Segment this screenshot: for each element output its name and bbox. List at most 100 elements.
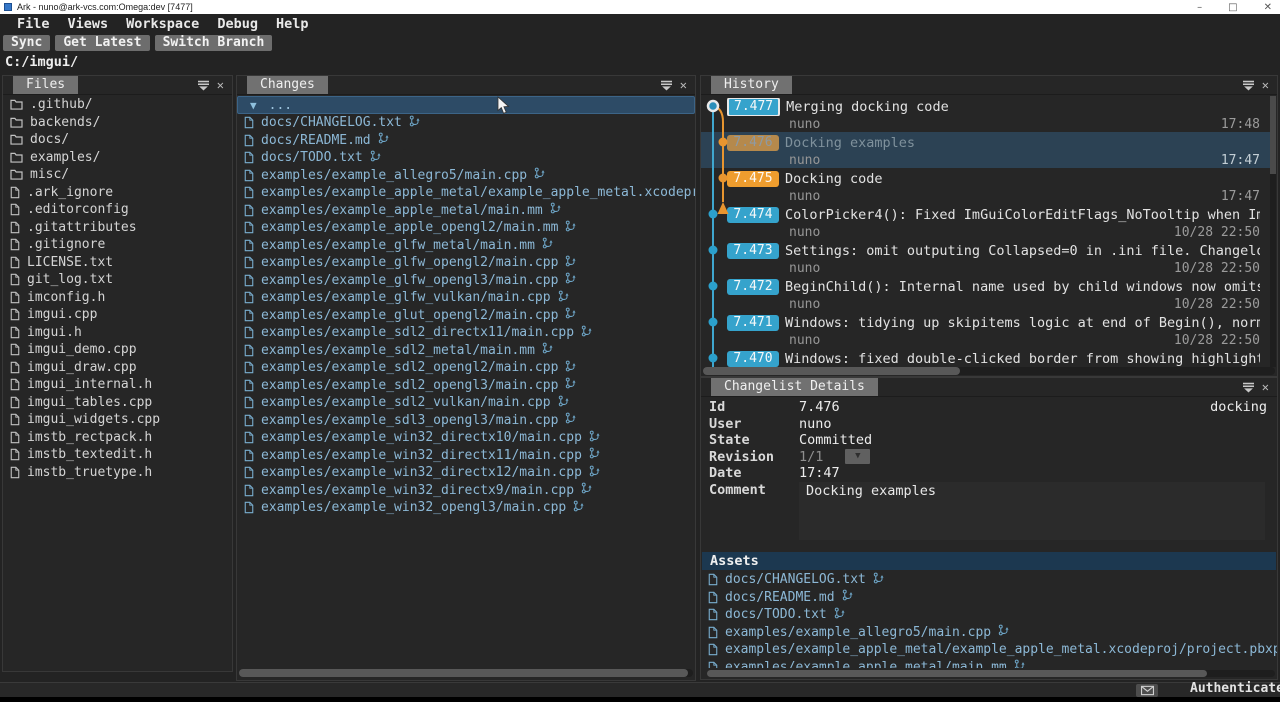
fork-icon <box>565 377 577 393</box>
file-tree-item[interactable]: .ark_ignore <box>3 184 232 202</box>
commit-row[interactable]: 7.471Windows: tidying up skipitems logic… <box>701 312 1270 348</box>
changed-file-row[interactable]: examples/example_glfw_metal/main.mm <box>237 237 695 255</box>
file-tree-item[interactable]: imgui_draw.cpp <box>3 359 232 377</box>
changed-file-row[interactable]: examples/example_sdl2_opengl2/main.cpp <box>237 359 695 377</box>
changed-file-row[interactable]: examples/example_sdl2_metal/main.mm <box>237 342 695 360</box>
changed-file-row[interactable]: examples/example_win32_directx9/main.cpp <box>237 482 695 500</box>
filter-icon[interactable] <box>1242 382 1255 393</box>
filter-icon[interactable] <box>1242 80 1255 91</box>
file-tree-item[interactable]: imconfig.h <box>3 289 232 307</box>
commit-author: nuno <box>789 297 820 312</box>
changed-file-row[interactable]: examples/example_apple_metal/main.mm <box>237 202 695 220</box>
commit-row[interactable]: 7.470Windows: fixed double-clicked borde… <box>701 348 1270 367</box>
changed-file-row[interactable]: docs/CHANGELOG.txt <box>701 571 1277 589</box>
menu-item-help[interactable]: Help <box>267 16 318 32</box>
sync-button[interactable]: Sync <box>3 35 50 51</box>
changed-file-path: examples/example_allegro5/main.cpp <box>261 168 527 183</box>
file-tree-item[interactable]: misc/ <box>3 166 232 184</box>
file-tree-item[interactable]: backends/ <box>3 114 232 132</box>
changed-file-row[interactable]: docs/README.md <box>701 589 1277 607</box>
commit-row[interactable]: 7.472BeginChild(): Internal name used by… <box>701 276 1270 312</box>
switch-branch-button[interactable]: Switch Branch <box>155 35 273 51</box>
changes-root-row[interactable]: ▼... <box>237 96 695 114</box>
file-tree-item[interactable]: .gitignore <box>3 236 232 254</box>
commit-row[interactable]: 7.477Merging docking codenuno17:48 <box>701 96 1270 132</box>
changed-file-row[interactable]: examples/example_allegro5/main.cpp <box>701 624 1277 642</box>
changes-hscrollbar[interactable] <box>239 669 693 677</box>
file-tree-item[interactable]: docs/ <box>3 131 232 149</box>
file-tree-item[interactable]: imgui_tables.cpp <box>3 394 232 412</box>
changed-file-row[interactable]: examples/example_glfw_opengl2/main.cpp <box>237 254 695 272</box>
close-panel-icon[interactable]: ✕ <box>1262 381 1269 393</box>
changed-file-row[interactable]: docs/TODO.txt <box>701 606 1277 624</box>
commit-row[interactable]: 7.476Docking examplesnuno17:47 <box>701 132 1270 168</box>
changed-file-row[interactable]: docs/README.md <box>237 132 695 150</box>
changed-file-row[interactable]: examples/example_sdl3_opengl3/main.cpp <box>237 412 695 430</box>
changed-file-row[interactable]: examples/example_glfw_vulkan/main.cpp <box>237 289 695 307</box>
chevron-down-icon[interactable]: ▼ <box>250 99 257 112</box>
changed-file-row[interactable]: examples/example_win32_opengl3/main.cpp <box>237 499 695 517</box>
mail-icon[interactable] <box>1136 684 1158 697</box>
maximize-button[interactable]: □ <box>1228 2 1237 13</box>
commit-row[interactable]: 7.473Settings: omit outputing Collapsed=… <box>701 240 1270 276</box>
file-tree-item[interactable]: imgui.h <box>3 324 232 342</box>
changed-file-row[interactable]: examples/example_apple_metal/example_app… <box>237 184 695 202</box>
changed-file-row[interactable]: examples/example_sdl2_vulkan/main.cpp <box>237 394 695 412</box>
file-tree-item[interactable]: imgui_widgets.cpp <box>3 411 232 429</box>
close-panel-icon[interactable]: ✕ <box>1262 79 1269 91</box>
file-tree-item[interactable]: imstb_truetype.h <box>3 464 232 482</box>
changed-file-row[interactable]: examples/example_win32_directx12/main.cp… <box>237 464 695 482</box>
file-tree-item[interactable]: git_log.txt <box>3 271 232 289</box>
changed-file-row[interactable]: examples/example_win32_directx11/main.cp… <box>237 447 695 465</box>
file-tree-item[interactable]: .github/ <box>3 96 232 114</box>
tab-files[interactable]: Files <box>13 76 78 94</box>
changed-file-row[interactable]: examples/example_sdl2_opengl3/main.cpp <box>237 377 695 395</box>
tab-changes[interactable]: Changes <box>247 76 328 94</box>
filter-icon[interactable] <box>197 80 210 91</box>
get-latest-button[interactable]: Get Latest <box>55 35 149 51</box>
menu-item-workspace[interactable]: Workspace <box>117 16 208 32</box>
history-hscrollbar[interactable] <box>703 367 1275 375</box>
history-vscrollbar[interactable] <box>1270 96 1276 367</box>
changed-file-row[interactable]: examples/example_apple_metal/example_app… <box>701 641 1277 659</box>
close-panel-icon[interactable]: ✕ <box>680 79 687 91</box>
changed-file-row[interactable]: examples/example_win32_directx10/main.cp… <box>237 429 695 447</box>
changed-file-row[interactable]: examples/example_glfw_opengl3/main.cpp <box>237 272 695 290</box>
file-tree-item[interactable]: imgui.cpp <box>3 306 232 324</box>
file-tree-item[interactable]: LICENSE.txt <box>3 254 232 272</box>
file-icon <box>708 661 718 668</box>
file-tree-item[interactable]: imgui_internal.h <box>3 376 232 394</box>
changed-file-path: examples/example_win32_opengl3/main.cpp <box>261 500 566 515</box>
changed-file-row[interactable]: examples/example_allegro5/main.cpp <box>237 167 695 185</box>
comment-field[interactable]: Docking examples <box>799 482 1265 540</box>
assets-hscrollbar[interactable] <box>707 670 1275 677</box>
file-tree-item[interactable]: examples/ <box>3 149 232 167</box>
close-button[interactable]: ✕ <box>1264 2 1272 13</box>
commit-row[interactable]: 7.474ColorPicker4(): Fixed ImGuiColorEdi… <box>701 204 1270 240</box>
fork-icon <box>565 307 577 323</box>
menu-item-views[interactable]: Views <box>59 16 118 32</box>
file-tree-item[interactable]: imstb_rectpack.h <box>3 429 232 447</box>
close-panel-icon[interactable]: ✕ <box>217 79 224 91</box>
commit-line1: 7.471Windows: tidying up skipitems logic… <box>727 314 1260 332</box>
tab-changelist-details[interactable]: Changelist Details <box>711 378 878 396</box>
revision-dropdown[interactable]: ▼ <box>845 449 870 464</box>
changed-file-row[interactable]: docs/CHANGELOG.txt <box>237 114 695 132</box>
commit-row[interactable]: 7.475Docking codenuno17:47 <box>701 168 1270 204</box>
changed-file-row[interactable]: examples/example_apple_opengl2/main.mm <box>237 219 695 237</box>
changed-file-row[interactable]: examples/example_glut_opengl2/main.cpp <box>237 307 695 325</box>
details-tabbar: Changelist Details ✕ <box>701 378 1277 397</box>
minimize-button[interactable]: – <box>1197 2 1202 13</box>
filter-icon[interactable] <box>660 80 673 91</box>
changed-file-row[interactable]: examples/example_apple_metal/main.mm <box>701 659 1277 669</box>
file-tree-item[interactable]: .editorconfig <box>3 201 232 219</box>
file-tree-item[interactable]: imgui_demo.cpp <box>3 341 232 359</box>
statusbar: Authenticated <box>0 682 1280 697</box>
menu-item-file[interactable]: File <box>8 16 59 32</box>
file-tree-item[interactable]: imstb_textedit.h <box>3 446 232 464</box>
tab-history[interactable]: History <box>711 76 792 94</box>
file-tree-item[interactable]: .gitattributes <box>3 219 232 237</box>
changed-file-row[interactable]: docs/TODO.txt <box>237 149 695 167</box>
menu-item-debug[interactable]: Debug <box>208 16 267 32</box>
changed-file-row[interactable]: examples/example_sdl2_directx11/main.cpp <box>237 324 695 342</box>
